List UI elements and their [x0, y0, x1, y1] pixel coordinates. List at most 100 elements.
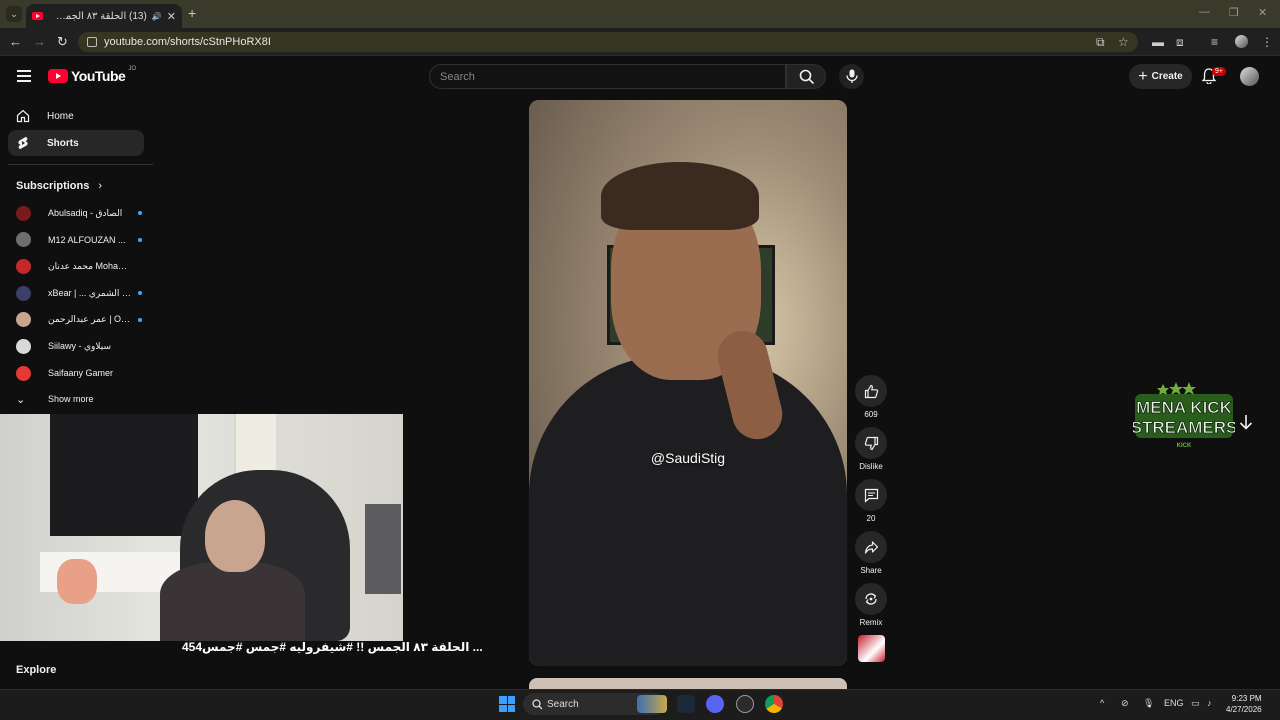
new-content-dot	[138, 317, 142, 322]
microphone-icon	[846, 69, 858, 83]
channel-name: عمر عبدالرحمن | Om...	[48, 314, 134, 325]
channel-avatar	[16, 285, 31, 301]
channel-thumbnail[interactable]	[858, 635, 885, 662]
back-icon[interactable]: ←	[9, 34, 22, 49]
extension-icon[interactable]: ▬	[1152, 35, 1164, 49]
subscription-item[interactable]: محمد عدنان Mohamad...	[16, 256, 146, 276]
windows-start-icon[interactable]	[499, 696, 515, 712]
taskbar-search-box[interactable]: Search	[523, 693, 667, 715]
channel-avatar	[16, 232, 31, 248]
display-icon[interactable]: ▭	[1191, 698, 1200, 709]
next-short-button[interactable]	[1234, 410, 1258, 434]
channel-name: Siilawy - سيلاوي	[48, 341, 112, 351]
channel-name: xBear | ... عايد الشمري	[48, 287, 134, 298]
microphone-tray-icon[interactable]: 🎙	[1143, 698, 1154, 709]
thumbs-up-icon	[864, 384, 878, 398]
channel-name: Abulsadiq - الصادق	[48, 207, 123, 218]
share-label: Share	[860, 566, 882, 575]
new-tab-button[interactable]: +	[188, 5, 196, 21]
tab-title: (13) الحلقة ٨٣ الجمس !! #شف	[48, 10, 147, 22]
new-content-dot	[138, 211, 142, 215]
discord-app-icon[interactable]	[706, 695, 724, 713]
like-count: 609	[864, 410, 878, 419]
television	[50, 414, 198, 536]
subscription-item[interactable]: xBear | ... عايد الشمري	[16, 283, 146, 303]
mena-line2: STREAMERS	[1133, 418, 1235, 437]
new-content-dot	[138, 291, 142, 296]
subscription-item[interactable]: عمر عبدالرحمن | Om...	[16, 310, 146, 330]
arrow-down-icon	[1239, 415, 1253, 430]
youtube-play-icon	[48, 69, 68, 83]
search-icon	[799, 69, 815, 85]
network-muted-icon[interactable]: ⊘	[1121, 698, 1129, 709]
chevron-right-icon: ›	[98, 180, 103, 192]
maximize-icon[interactable]: ❐	[1229, 6, 1239, 19]
remix-icon	[865, 593, 877, 605]
media-control-icon[interactable]: ≡	[1211, 35, 1218, 49]
volume-icon[interactable]: ♪	[1207, 698, 1212, 708]
guide-menu-icon[interactable]	[17, 70, 31, 82]
comment-count: 20	[866, 514, 876, 523]
url-bar[interactable]: youtube.com/shorts/cStnPHoRX8I	[78, 32, 1138, 52]
install-app-icon[interactable]: ⧉	[1096, 35, 1105, 50]
account-avatar[interactable]	[1240, 67, 1259, 86]
channel-avatar	[16, 258, 31, 274]
extensions-puzzle-icon[interactable]: ⧈	[1176, 35, 1184, 50]
close-window-icon[interactable]: ✕	[1258, 6, 1267, 19]
remix-button[interactable]	[855, 583, 887, 615]
channel-name: M12 ALFOUZAN ...	[48, 234, 126, 245]
remix-label: Remix	[859, 618, 883, 627]
tab-search-button[interactable]: ⌄	[6, 6, 22, 22]
audio-playing-icon: 🔊	[151, 11, 162, 21]
minimize-icon[interactable]: —	[1199, 6, 1210, 18]
forward-icon[interactable]: →	[33, 34, 46, 49]
subscription-item[interactable]: M12 ALFOUZAN ...	[16, 230, 146, 250]
comments-button[interactable]	[855, 479, 887, 511]
search-icon	[532, 699, 543, 710]
bookmark-star-icon[interactable]: ☆	[1118, 35, 1129, 49]
steam-app-icon[interactable]	[677, 695, 695, 713]
channel-avatar	[16, 339, 31, 354]
subscription-item[interactable]: Abulsadiq - الصادق	[16, 203, 146, 223]
site-info-icon[interactable]	[87, 37, 97, 47]
chrome-app-icon[interactable]	[765, 695, 783, 713]
like-button[interactable]	[855, 375, 887, 407]
youtube-logo[interactable]: YouTube JO	[48, 66, 136, 84]
system-clock[interactable]: 9:23 PM 4/27/2026	[1226, 693, 1262, 715]
dislike-button[interactable]	[855, 427, 887, 459]
browser-tab[interactable]: (13) الحلقة ٨٣ الجمس !! #شف 🔊 ✕	[26, 4, 182, 28]
chevron-down-icon: ⌄	[16, 393, 26, 406]
create-button[interactable]: + Create	[1129, 64, 1192, 89]
plus-icon: +	[1138, 67, 1148, 85]
video-watermark-handle: @SaudiStig	[650, 450, 726, 466]
search-button[interactable]	[786, 64, 826, 89]
profile-avatar[interactable]	[1235, 35, 1248, 48]
shorts-video-player[interactable]	[529, 100, 847, 666]
thumbs-down-icon	[864, 436, 878, 450]
mena-kick-streamers-logo: MENA KICK STREAMERS KICK	[1133, 382, 1235, 449]
reload-icon[interactable]: ↻	[57, 34, 68, 50]
show-hidden-icons-chevron-icon[interactable]: ^	[1100, 698, 1104, 708]
search-highlight-image	[637, 695, 667, 713]
streamer-face	[205, 500, 265, 572]
show-more-button[interactable]: ⌄ Show more	[16, 389, 146, 409]
sidebar-item-shorts[interactable]: Shorts	[8, 130, 144, 156]
tab-close-icon[interactable]: ✕	[167, 10, 176, 23]
subscriptions-heading[interactable]: Subscriptions ›	[16, 180, 102, 192]
sidebar-item-home[interactable]: Home	[8, 103, 144, 129]
subscription-item[interactable]: Saifaany Gamer	[16, 363, 146, 383]
share-button[interactable]	[855, 531, 887, 563]
obs-app-icon[interactable]	[736, 695, 754, 713]
channel-name: Saifaany Gamer	[48, 368, 114, 379]
voice-search-button[interactable]	[839, 64, 864, 89]
subscription-item[interactable]: Siilawy - سيلاوي	[16, 337, 146, 357]
channel-avatar	[16, 312, 31, 328]
browser-menu-icon[interactable]: ⋮	[1261, 35, 1273, 49]
explore-heading: Explore	[16, 664, 57, 676]
shorts-icon	[18, 137, 28, 149]
channel-name: محمد عدنان Mohamad...	[48, 260, 134, 271]
language-indicator[interactable]: ENG	[1164, 698, 1184, 708]
dislike-label: Dislike	[859, 462, 883, 471]
search-input[interactable]: Search	[429, 64, 786, 89]
mena-line3: KICK	[1177, 443, 1192, 449]
